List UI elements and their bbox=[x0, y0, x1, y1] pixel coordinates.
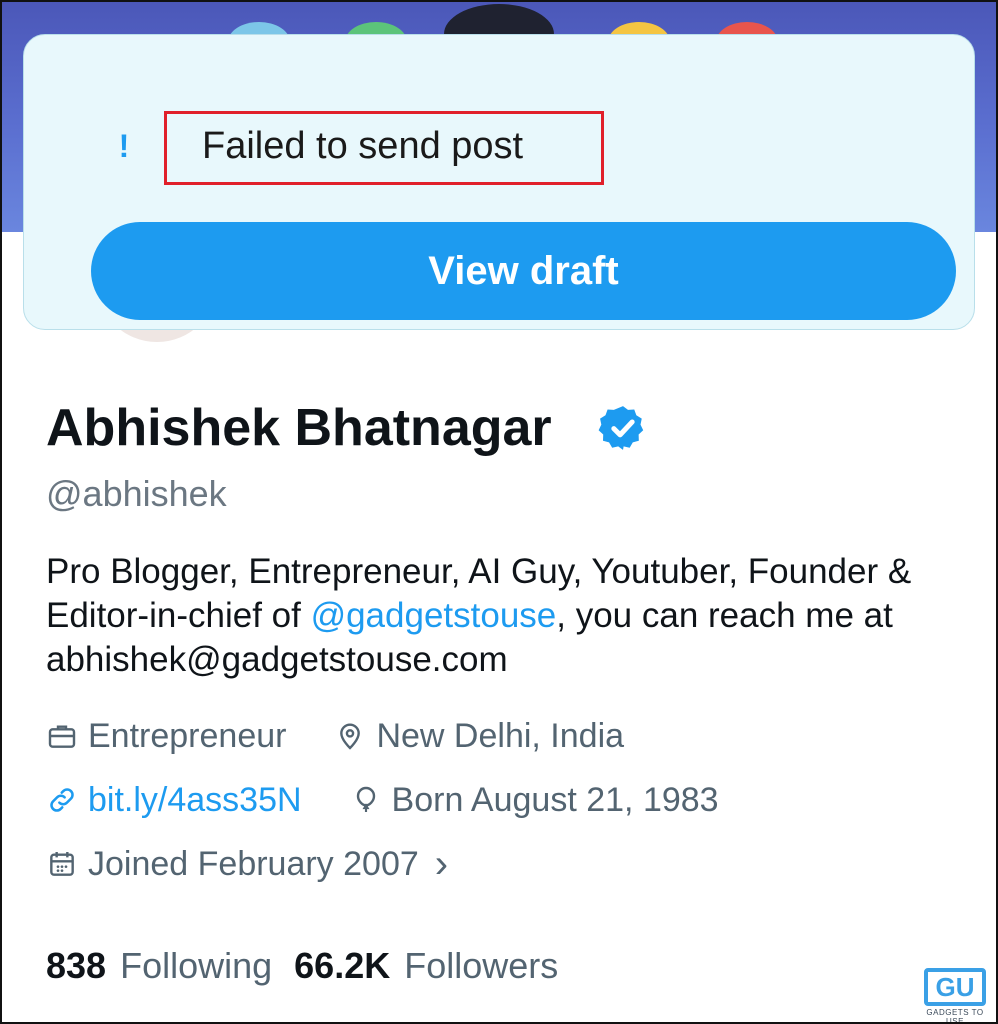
image-border bbox=[0, 0, 998, 1024]
